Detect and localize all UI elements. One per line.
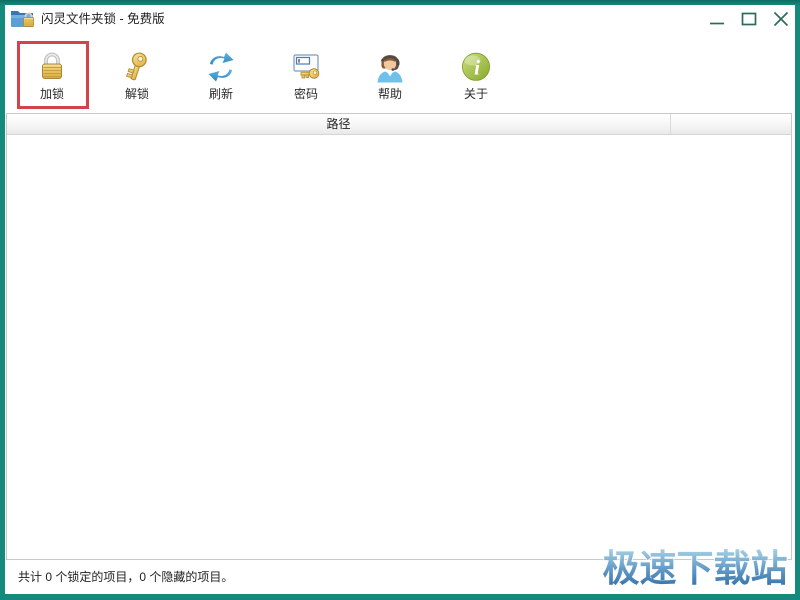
toolbar-button-password[interactable]: 密码: [271, 50, 341, 108]
toolbar-button-label: 密码: [293, 87, 318, 101]
toolbar-button-label: 加锁: [39, 87, 64, 101]
support-agent-icon: [377, 55, 403, 83]
toolbar-button-label: 解锁: [124, 87, 149, 101]
toolbar-button-about[interactable]: i 关于: [441, 50, 511, 108]
column-header-extra[interactable]: [671, 114, 791, 134]
site-watermark: 极速下载站: [602, 547, 789, 590]
minimize-icon: [710, 22, 724, 25]
app-window: 闪灵文件夹锁 - 免费版 加锁 解锁 刷新 密码 帮助 i 关于 路径 共计 0…: [0, 0, 800, 600]
maximize-button[interactable]: [737, 10, 761, 28]
toolbar-button-label: 帮助: [377, 87, 402, 101]
toolbar: 加锁 解锁 刷新 密码 帮助 i 关于: [5, 33, 795, 113]
lock-icon: [42, 52, 62, 79]
column-header-path[interactable]: 路径: [7, 114, 671, 134]
locked-items-list: 路径: [6, 113, 792, 560]
titlebar[interactable]: 闪灵文件夹锁 - 免费版: [5, 5, 795, 33]
toolbar-button-label: 刷新: [208, 87, 233, 101]
refresh-icon: [208, 52, 234, 82]
info-icon: i: [461, 52, 491, 81]
toolbar-button-label: 关于: [463, 87, 488, 101]
watermark-text: 极速下载站: [603, 548, 788, 589]
window-controls: [705, 10, 793, 28]
toolbar-button-lock[interactable]: 加锁: [17, 50, 87, 108]
list-header: 路径: [7, 114, 791, 135]
list-body-empty: [7, 135, 791, 559]
toolbar-button-refresh[interactable]: 刷新: [186, 50, 256, 108]
toolbar-button-help[interactable]: 帮助: [355, 50, 425, 108]
key-icon: [126, 52, 147, 81]
app-logo-folder-lock-icon: [11, 11, 34, 27]
close-icon: [773, 11, 789, 27]
close-button[interactable]: [769, 10, 793, 28]
maximize-icon: [741, 12, 757, 26]
minimize-button[interactable]: [705, 10, 729, 28]
password-key-icon: [293, 54, 320, 79]
info-icon-glyph: i: [474, 56, 480, 80]
window-content: 闪灵文件夹锁 - 免费版 加锁 解锁 刷新 密码 帮助 i 关于 路径 共计 0…: [5, 5, 795, 594]
window-title: 闪灵文件夹锁 - 免费版: [41, 12, 165, 26]
toolbar-button-unlock[interactable]: 解锁: [102, 50, 172, 108]
